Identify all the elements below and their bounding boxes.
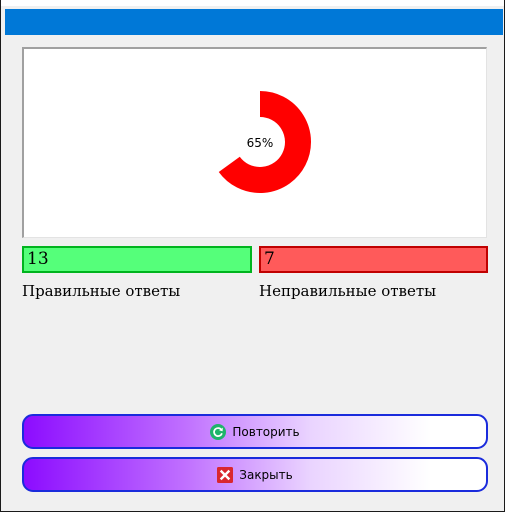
progress-percent-label: 65% <box>247 136 274 150</box>
title-bar[interactable] <box>5 9 503 35</box>
refresh-icon <box>210 423 227 440</box>
wrong-answers-label: Неправильные ответы <box>259 282 437 300</box>
progress-ring-chart: 65% <box>209 91 311 193</box>
progress-chart-panel: 65% <box>22 47 487 238</box>
results-window: 65% 13 7 Правильные ответы Неправильные … <box>0 0 505 512</box>
close-button[interactable]: Закрыть <box>22 457 488 492</box>
close-icon <box>217 466 234 483</box>
wrong-answers-count: 7 <box>259 246 488 273</box>
close-button-label: Закрыть <box>239 467 293 482</box>
correct-answers-count: 13 <box>22 246 252 273</box>
correct-answers-label: Правильные ответы <box>22 282 181 300</box>
retry-button[interactable]: Повторить <box>22 414 488 449</box>
retry-button-label: Повторить <box>232 424 300 439</box>
